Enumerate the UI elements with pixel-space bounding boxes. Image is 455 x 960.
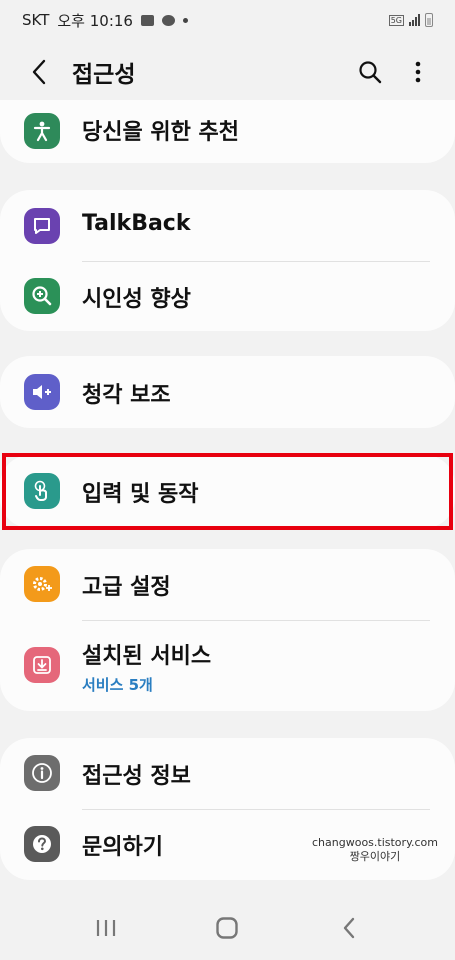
item-label: 문의하기: [82, 835, 163, 860]
item-label: 시인성 향상: [82, 287, 191, 312]
navigation-bar: [0, 895, 455, 960]
home-icon: [216, 916, 239, 939]
home-button[interactable]: [197, 898, 257, 958]
back-nav-button[interactable]: [319, 898, 379, 958]
app-header: 접근성: [0, 45, 455, 99]
back-chevron-icon: [343, 917, 355, 938]
accessibility-person-icon: [24, 113, 60, 149]
volume-icon: [24, 374, 60, 410]
question-icon: [24, 826, 60, 862]
highlight-box: [2, 453, 453, 530]
card-vision: TalkBack 시인성 향상: [0, 190, 455, 331]
talk-icon: [161, 14, 175, 26]
watermark: changwoos.tistory.com 짱우이야기: [300, 836, 450, 864]
watermark-name: 짱우이야기: [349, 850, 401, 863]
item-advanced[interactable]: 고급 설정: [0, 549, 455, 620]
battery-icon: [425, 13, 433, 27]
more-options-button[interactable]: [403, 57, 433, 87]
message-icon: [140, 14, 154, 26]
item-visibility[interactable]: 시인성 향상: [0, 261, 455, 331]
clock: 오후 10:16: [57, 11, 133, 30]
item-about[interactable]: 접근성 정보: [0, 738, 455, 809]
installed-services-count: 서비스 5개: [82, 676, 153, 694]
item-label: 청각 보조: [82, 383, 171, 408]
back-button[interactable]: [17, 50, 61, 94]
download-icon: [24, 647, 60, 683]
item-label: 당신을 위한 추천: [82, 120, 239, 145]
item-label: TalkBack: [82, 211, 191, 236]
page-title: 접근성: [72, 62, 136, 88]
more-vertical-icon: [415, 61, 421, 83]
gear-plus-icon: [24, 566, 60, 602]
more-notifications-icon: [182, 17, 188, 23]
recent-apps-button[interactable]: [76, 898, 136, 958]
recent-apps-icon: [96, 919, 115, 936]
carrier-label: SKT: [22, 11, 50, 29]
magnifier-plus-icon: [24, 278, 60, 314]
card-advanced: 고급 설정 설치된 서비스 서비스 5개: [0, 549, 455, 711]
network-badge: 5G: [388, 14, 404, 26]
card-hearing: 청각 보조: [0, 356, 455, 428]
item-label: 설치된 서비스: [82, 644, 212, 669]
info-icon: [24, 755, 60, 791]
chat-icon: [24, 208, 60, 244]
item-installed[interactable]: 설치된 서비스 서비스 5개: [0, 620, 455, 711]
back-arrow-icon: [32, 59, 46, 85]
signal-icon: [409, 14, 420, 26]
item-hearing[interactable]: 청각 보조: [0, 356, 455, 428]
search-icon: [359, 61, 382, 84]
item-talkback[interactable]: TalkBack: [0, 190, 455, 261]
watermark-url: changwoos.tistory.com: [312, 836, 438, 849]
search-button[interactable]: [355, 57, 385, 87]
item-label: 고급 설정: [82, 575, 171, 600]
item-label: 접근성 정보: [82, 764, 191, 789]
item-recommended[interactable]: 당신을 위한 추천: [0, 100, 455, 163]
card-recommended: 당신을 위한 추천: [0, 100, 455, 163]
status-bar: SKT 오후 10:16 5G: [0, 0, 455, 40]
